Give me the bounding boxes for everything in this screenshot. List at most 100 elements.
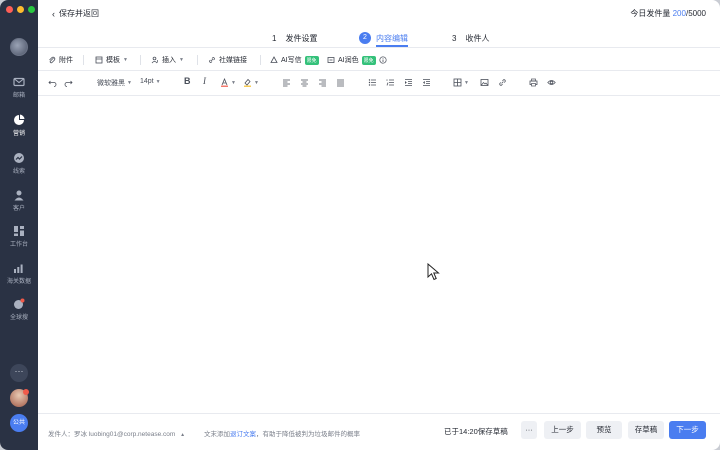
sidebar-item-label: 营销	[12, 131, 25, 137]
align-center-icon	[301, 79, 308, 87]
align-left-button[interactable]	[282, 78, 291, 87]
align-center-button[interactable]	[300, 78, 309, 87]
preview-button[interactable]: 预览	[586, 421, 622, 439]
header: ‹ 保存并返回 今日发件量 200/5000	[38, 0, 720, 26]
account-avatar[interactable]	[10, 38, 28, 56]
info-icon[interactable]	[379, 56, 387, 64]
daily-quota: 今日发件量 200/5000	[630, 8, 706, 19]
undo-button[interactable]	[48, 78, 57, 87]
mouse-pointer-icon	[427, 263, 440, 281]
paperclip-icon	[49, 56, 56, 64]
notification-dot	[23, 389, 29, 395]
table-dropdown[interactable]: ▼	[453, 78, 469, 87]
font-size-dropdown[interactable]: 14pt ▼	[140, 78, 161, 85]
mail-icon	[13, 77, 25, 87]
previous-step-button[interactable]: 上一步	[544, 421, 581, 439]
preview-eye-button[interactable]	[547, 78, 556, 87]
italic-icon: I	[203, 76, 206, 86]
numbered-list-button[interactable]	[386, 78, 395, 87]
print-button[interactable]	[529, 78, 538, 87]
sidebar-item-customers[interactable]: 客户	[0, 189, 38, 212]
redo-button[interactable]	[64, 78, 73, 87]
outdent-icon	[423, 79, 430, 86]
insert-person-icon	[151, 56, 158, 64]
quota-total: /5000	[685, 9, 706, 18]
footer-bar: 发件人：罗冰 luobing01@corp.netease.com ▲ 文末添加…	[38, 413, 720, 450]
highlight-color-dropdown[interactable]: ▼	[243, 78, 259, 87]
free-tag: 限免	[361, 55, 376, 65]
unsubscribe-text-link[interactable]: 退订文案	[230, 431, 256, 438]
caret-down-icon: ▼	[155, 78, 161, 85]
font-size-value: 14pt	[140, 78, 154, 85]
caret-down-icon: ▼	[254, 79, 259, 86]
save-and-return-label: 保存并返回	[59, 9, 99, 18]
social-link-label: 社媒链接	[219, 57, 247, 64]
sidebar-item-mail[interactable]: 邮箱	[0, 76, 38, 99]
social-link-button[interactable]: 社媒链接	[208, 55, 247, 65]
globe-search-icon	[14, 298, 25, 309]
align-right-button[interactable]	[318, 78, 327, 87]
sidebar: 邮箱 营销 线索 客户 工作台 海关数据 全球搜 ··· 公共	[0, 0, 38, 450]
zoom-window-button[interactable]	[28, 6, 35, 13]
grid-icon	[14, 226, 24, 236]
step-label: 收件人	[465, 34, 490, 43]
insert-image-button[interactable]	[480, 78, 489, 87]
bold-icon: B	[184, 76, 191, 86]
window-controls	[6, 6, 35, 13]
eye-icon	[547, 80, 556, 85]
sender-selector[interactable]: 发件人：罗冰 luobing01@corp.netease.com ▲	[48, 428, 185, 438]
step-recipients[interactable]: 3 收件人	[452, 33, 489, 44]
trend-icon	[14, 153, 24, 163]
italic-button[interactable]: I	[203, 76, 206, 86]
sidebar-item-label: 邮箱	[12, 93, 25, 99]
template-dropdown[interactable]: 模板 ▼	[95, 55, 128, 65]
bold-button[interactable]: B	[184, 76, 191, 86]
redo-icon	[64, 80, 73, 87]
sidebar-item-marketing[interactable]: 营销	[0, 114, 38, 137]
text-color-dropdown[interactable]: ▼	[220, 78, 236, 87]
indent-button[interactable]	[404, 78, 413, 87]
public-space-button[interactable]: 公共	[10, 414, 28, 432]
numbered-list-icon	[386, 79, 394, 86]
bullet-list-button[interactable]	[368, 78, 377, 87]
save-draft-button[interactable]: 存草稿	[628, 421, 664, 439]
caret-down-icon: ▼	[464, 79, 469, 86]
sidebar-item-label: 客户	[12, 206, 25, 212]
caret-down-icon: ▼	[123, 57, 128, 63]
caret-down-icon: ▼	[179, 57, 184, 63]
more-options-button[interactable]: ···	[521, 421, 537, 439]
sidebar-item-customs-data[interactable]: 海关数据	[0, 262, 38, 285]
next-step-button[interactable]: 下一步	[669, 421, 706, 439]
sidebar-item-label: 线索	[12, 169, 25, 175]
font-family-dropdown[interactable]: 微软雅黑 ▼	[97, 78, 132, 88]
save-and-return-button[interactable]: ‹ 保存并返回	[52, 8, 99, 19]
step-label: 内容编辑	[376, 33, 408, 43]
insert-link-button[interactable]	[498, 78, 507, 87]
ai-write-button[interactable]: AI写信 限免	[270, 55, 319, 65]
step-content-edit[interactable]: 2 内容编辑	[359, 32, 408, 44]
sidebar-item-workbench[interactable]: 工作台	[0, 225, 38, 248]
insert-dropdown[interactable]: 插入 ▼	[151, 55, 184, 65]
step-number: 3	[452, 34, 457, 43]
minimize-window-button[interactable]	[17, 6, 24, 13]
bullet-list-icon	[368, 79, 376, 86]
main-area: ‹ 保存并返回 今日发件量 200/5000 1 发件设置 2 内容编辑 3 收…	[38, 0, 720, 450]
print-icon	[529, 78, 538, 87]
sidebar-item-global-search[interactable]: 全球搜	[0, 298, 38, 321]
align-justify-button[interactable]	[336, 78, 345, 87]
outdent-button[interactable]	[422, 78, 431, 87]
ai-polish-button[interactable]: AI润色 限免	[327, 55, 387, 65]
step-send-settings[interactable]: 1 发件设置	[272, 33, 317, 44]
more-apps-button[interactable]: ···	[10, 364, 28, 382]
free-tag: 限免	[304, 55, 319, 65]
email-body-editor[interactable]	[38, 96, 720, 412]
attachment-button[interactable]: 附件	[48, 55, 73, 65]
sidebar-item-leads[interactable]: 线索	[0, 152, 38, 175]
ai-polish-icon	[327, 57, 335, 63]
link-icon	[209, 57, 215, 63]
format-toolbar: 微软雅黑 ▼ 14pt ▼ B I ▼ ▼ ▼	[38, 74, 720, 92]
close-window-button[interactable]	[6, 6, 13, 13]
person-icon	[14, 190, 24, 201]
divider	[38, 70, 720, 71]
separator	[83, 55, 84, 65]
